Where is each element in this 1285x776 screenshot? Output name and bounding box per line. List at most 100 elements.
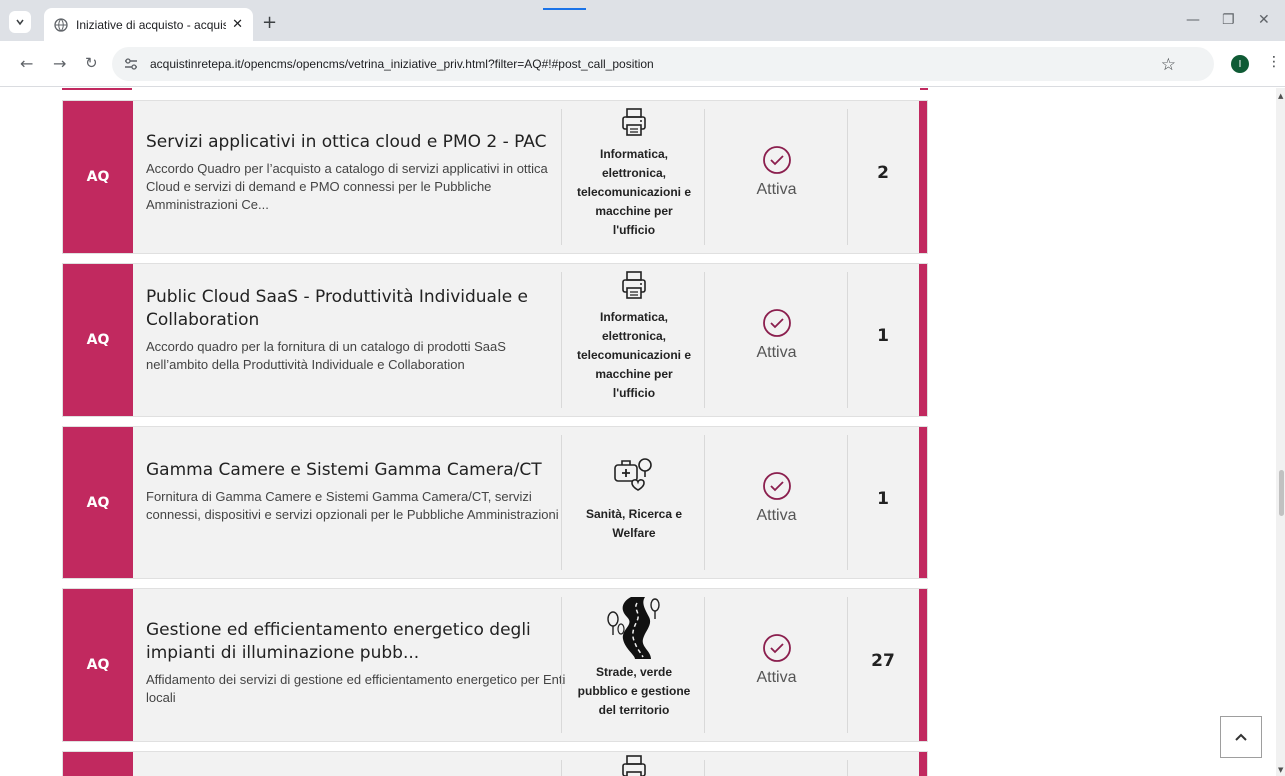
printer-icon <box>563 754 705 776</box>
card-status: Attiva <box>705 308 848 362</box>
category-line: Welfare <box>612 526 656 540</box>
back-to-top-button[interactable] <box>1220 716 1262 758</box>
kebab-icon[interactable]: ⋮ <box>1267 54 1281 70</box>
tune-icon[interactable] <box>122 55 140 73</box>
card-status: Attiva <box>705 145 848 199</box>
card-accent <box>919 752 927 776</box>
card-category: Sanità, Ricerca e Welfare <box>563 455 705 543</box>
column-divider <box>561 109 562 245</box>
category-line: elettronica, <box>601 329 667 343</box>
address-bar[interactable]: acquistinretepa.it/opencms/opencms/vetri… <box>112 47 1214 81</box>
category-line: pubblico e gestione <box>577 684 691 698</box>
restore-icon[interactable]: ❐ <box>1222 12 1235 28</box>
card-description: Accordo Quadro per l’acquisto a catalogo… <box>146 161 548 212</box>
card-status: Attiva <box>705 633 848 687</box>
plus-icon[interactable]: + <box>262 12 277 33</box>
card-content: Servizi applicativi in ottica cloud e PM… <box>146 131 566 214</box>
category-line: telecomunicazioni e <box>576 348 692 362</box>
chevron-down-icon <box>16 19 24 26</box>
avatar[interactable]: I <box>1231 55 1249 73</box>
minimize-icon[interactable]: — <box>1186 12 1200 28</box>
category-line: l'ufficio <box>612 223 656 237</box>
globe-icon <box>54 17 68 32</box>
card-badge: AQ <box>63 101 133 253</box>
card-content: Gamma Camere e Sistemi Gamma Camera/CT F… <box>146 459 566 524</box>
category-line: l'ufficio <box>612 386 656 400</box>
card-status: Attiva <box>705 471 848 525</box>
initiative-card[interactable]: AQ Gamma Camere e Sistemi Gamma Camera/C… <box>62 426 928 579</box>
category-line: Sanità, Ricerca e <box>585 507 683 521</box>
card-count: 27 <box>871 651 895 671</box>
card-title[interactable]: Servizi applicativi in ottica cloud e PM… <box>146 131 566 154</box>
forward-arrow-icon[interactable]: → <box>53 54 66 73</box>
column-divider <box>704 760 705 776</box>
card-accent <box>919 427 927 578</box>
close-icon[interactable]: ✕ <box>232 17 243 32</box>
browser-tab[interactable]: Iniziative di acquisto - acquistin ✕ <box>44 8 253 41</box>
status-label: Attiva <box>756 507 797 524</box>
tab-title: Iniziative di acquisto - acquistin <box>76 17 226 32</box>
card-badge <box>62 88 132 90</box>
category-line: macchine per <box>595 204 673 218</box>
card-description: Accordo quadro per la fornitura di un ca… <box>146 339 506 372</box>
category-line: del territorio <box>598 703 670 717</box>
column-divider <box>561 435 562 570</box>
star-icon[interactable]: ☆ <box>1161 55 1176 75</box>
category-line: telecomunicazioni e <box>576 185 692 199</box>
card-title[interactable]: Gestione ed efficientamento energetico d… <box>146 619 566 665</box>
card-title[interactable]: Public Cloud SaaS - Produttività Individ… <box>146 286 566 332</box>
initiative-card[interactable]: AQ Public Cloud SaaS - Produttività Indi… <box>62 263 928 417</box>
category-line: elettronica, <box>601 166 667 180</box>
chevron-up-icon <box>1235 733 1247 741</box>
scroll-up-icon[interactable]: ▲ <box>1278 92 1283 100</box>
card-badge: AQ <box>63 264 133 416</box>
category-line: Informatica, <box>599 147 668 161</box>
tab-bar: Iniziative di acquisto - acquistin ✕ + —… <box>0 0 1285 41</box>
column-divider <box>561 760 562 776</box>
card-badge <box>63 752 133 776</box>
card-count: 1 <box>877 489 889 509</box>
back-arrow-icon[interactable]: ← <box>20 54 33 73</box>
scrollbar-thumb[interactable] <box>1279 470 1284 516</box>
card-count: 2 <box>877 163 889 183</box>
card-description: Fornitura di Gamma Camere e Sistemi Gamm… <box>146 489 559 522</box>
tab-strip-indicator <box>543 8 586 10</box>
browser-toolbar: ← → ↻ acquistinretepa.it/opencms/opencms… <box>0 41 1285 87</box>
card-accent <box>919 101 927 253</box>
printer-icon <box>563 270 705 300</box>
card-category: Strade, verde pubblico e gestione del te… <box>563 595 705 720</box>
page-viewport: AQ Servizi applicativi in ottica cloud e… <box>0 88 1285 776</box>
column-divider <box>847 760 848 776</box>
card-title[interactable]: Gamma Camere e Sistemi Gamma Camera/CT <box>146 459 566 482</box>
category-line: macchine per <box>595 367 673 381</box>
url-text: acquistinretepa.it/opencms/opencms/vetri… <box>150 57 654 71</box>
card-accent <box>920 88 928 90</box>
card-category <box>563 754 705 776</box>
category-line: Strade, verde <box>595 665 673 679</box>
card-accent <box>919 264 927 416</box>
scroll-down-icon[interactable]: ▼ <box>1278 766 1283 774</box>
card-count: 1 <box>877 326 889 346</box>
initiative-card[interactable]: AQ Servizi applicativi in ottica cloud e… <box>62 100 928 254</box>
check-circle-icon <box>705 145 848 175</box>
printer-icon <box>563 107 705 137</box>
initiative-card-partial[interactable] <box>62 751 928 776</box>
card-content: Public Cloud SaaS - Produttività Individ… <box>146 286 566 374</box>
check-circle-icon <box>705 633 848 663</box>
page-scrollbar[interactable] <box>1276 88 1285 776</box>
check-circle-icon <box>705 308 848 338</box>
status-label: Attiva <box>756 344 797 361</box>
status-label: Attiva <box>756 669 797 686</box>
category-line: Informatica, <box>599 310 668 324</box>
reload-icon[interactable]: ↻ <box>85 54 98 72</box>
status-label: Attiva <box>756 181 797 198</box>
card-category: Informatica, elettronica, telecomunicazi… <box>563 107 705 240</box>
road-icon <box>563 595 705 661</box>
card-description: Affidamento dei servizi di gestione ed e… <box>146 672 566 705</box>
card-accent <box>919 589 927 741</box>
card-badge: AQ <box>63 427 133 578</box>
tab-search-button[interactable] <box>9 11 31 33</box>
column-divider <box>561 597 562 733</box>
initiative-card[interactable]: AQ Gestione ed efficientamento energetic… <box>62 588 928 742</box>
close-window-icon[interactable]: ✕ <box>1258 12 1270 28</box>
